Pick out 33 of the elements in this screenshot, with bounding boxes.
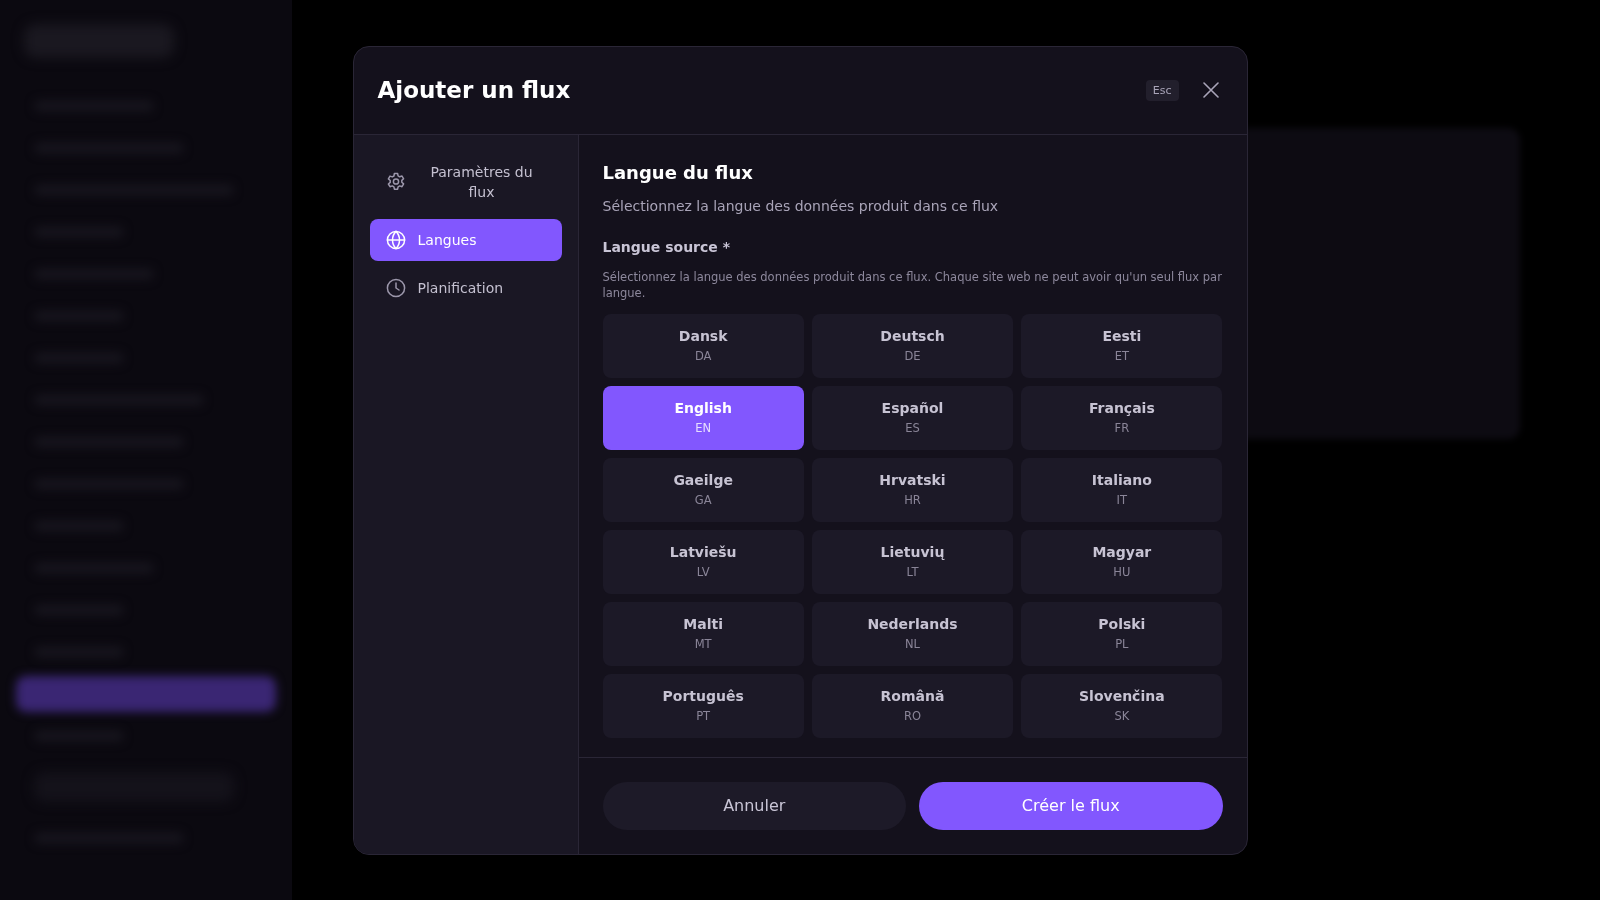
language-option[interactable]: Hrvatski HR (811, 457, 1014, 522)
close-icon (1202, 82, 1219, 98)
language-option[interactable]: Dansk DA (602, 313, 804, 378)
esc-key-hint: Esc (1145, 79, 1179, 101)
language-option[interactable]: Română RO (811, 673, 1014, 738)
language-option[interactable]: Lietuvių LT (811, 529, 1014, 594)
language-option[interactable]: Español ES (811, 385, 1014, 450)
clock-icon (385, 277, 406, 298)
section-description: Sélectionnez la langue des données produit dans ce flux (602, 196, 1000, 216)
gear-icon (385, 171, 406, 192)
nav-item[interactable]: Paramètres du flux (369, 150, 562, 213)
language-option[interactable]: Deutsch DE (811, 313, 1014, 378)
globe-icon (385, 229, 406, 250)
language-option[interactable]: English EN (602, 385, 804, 450)
language-option[interactable]: Italiano IT (1021, 457, 1223, 522)
nav-item[interactable]: Planification (369, 266, 562, 309)
language-option[interactable]: Malti MT (602, 601, 804, 666)
language-option[interactable]: Magyar HU (1021, 529, 1223, 594)
language-option[interactable]: Slovenčina SK (1021, 673, 1223, 738)
language-option[interactable]: Português PT (602, 673, 804, 738)
language-option[interactable]: Latviešu LV (602, 529, 804, 594)
language-option[interactable]: Gaeilge GA (602, 457, 804, 522)
field-label: Langue source * (602, 237, 731, 257)
language-option[interactable]: Polski PL (1021, 601, 1223, 666)
dialog-title: Ajouter un flux (377, 77, 571, 103)
language-option[interactable]: Nederlands NL (811, 601, 1014, 666)
cancel-button[interactable]: Annuler (602, 781, 906, 830)
language-option[interactable]: Eesti ET (1021, 313, 1223, 378)
language-option[interactable]: Français FR (1021, 385, 1223, 450)
section-title: Langue du flux (602, 160, 754, 185)
field-help-text: Sélectionnez la langue des données produit dans ce flux. Chaque site web ne peut avoir qu'un seul flux par langue. (602, 268, 1223, 301)
create-button[interactable]: Créer le flux (919, 781, 1223, 830)
nav-item[interactable]: Langues (369, 218, 562, 261)
